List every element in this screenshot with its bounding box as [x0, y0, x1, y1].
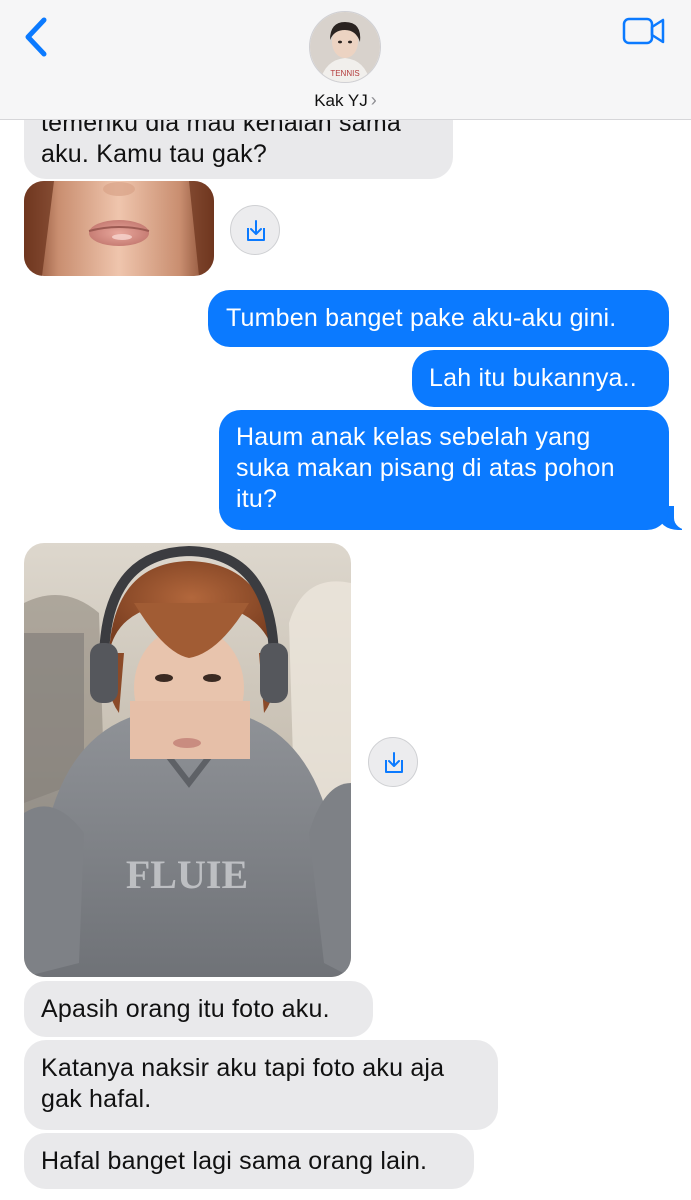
- back-button[interactable]: [18, 12, 58, 60]
- message-text: Tumben banget pake aku-aku gini.: [226, 304, 617, 332]
- message-bubble-outgoing[interactable]: Haum anak kelas sebelah yang suka makan …: [219, 410, 669, 530]
- facetime-video-button[interactable]: [620, 14, 668, 48]
- save-icon: [247, 220, 265, 241]
- avatar-image: TENNIS: [310, 12, 380, 82]
- message-bubble-incoming[interactable]: Hafal banget lagi sama orang lain.: [24, 1133, 474, 1189]
- conversation-header: TENNIS Kak YJ ›: [0, 0, 691, 120]
- video-camera-icon: [622, 17, 665, 45]
- selfie-photo-image: FLUIE: [24, 543, 351, 977]
- message-photo[interactable]: [24, 181, 214, 276]
- contact-avatar[interactable]: TENNIS: [309, 11, 381, 83]
- save-photo-button[interactable]: [230, 205, 280, 255]
- save-photo-button[interactable]: [368, 737, 418, 787]
- contact-name-button[interactable]: Kak YJ ›: [0, 90, 691, 111]
- message-bubble-outgoing[interactable]: Lah itu bukannya..: [412, 350, 669, 407]
- message-text: Katanya naksir aku tapi foto aku aja gak…: [41, 1054, 445, 1113]
- message-bubble-outgoing[interactable]: Tumben banget pake aku-aku gini.: [208, 290, 669, 347]
- svg-text:FLUIE: FLUIE: [126, 852, 248, 897]
- message-bubble-incoming[interactable]: Katanya naksir aku tapi foto aku aja gak…: [24, 1040, 498, 1130]
- message-text: Hafal banget lagi sama orang lain.: [41, 1147, 428, 1175]
- message-text: Lah itu bukannya..: [429, 364, 637, 392]
- message-photo[interactable]: FLUIE: [24, 543, 351, 977]
- message-text: Apasih orang itu foto aku.: [41, 995, 330, 1023]
- lips-photo-image: [24, 181, 214, 276]
- contact-name: Kak YJ: [314, 91, 368, 110]
- message-bubble-incoming[interactable]: Apasih orang itu foto aku.: [24, 981, 373, 1037]
- bubble-tail-mask: [674, 500, 691, 530]
- save-icon: [385, 752, 403, 773]
- svg-text:TENNIS: TENNIS: [330, 69, 359, 78]
- chevron-left-icon: [25, 17, 47, 57]
- message-text: Haum anak kelas sebelah yang suka makan …: [236, 423, 615, 513]
- chevron-right-icon: ›: [370, 90, 377, 110]
